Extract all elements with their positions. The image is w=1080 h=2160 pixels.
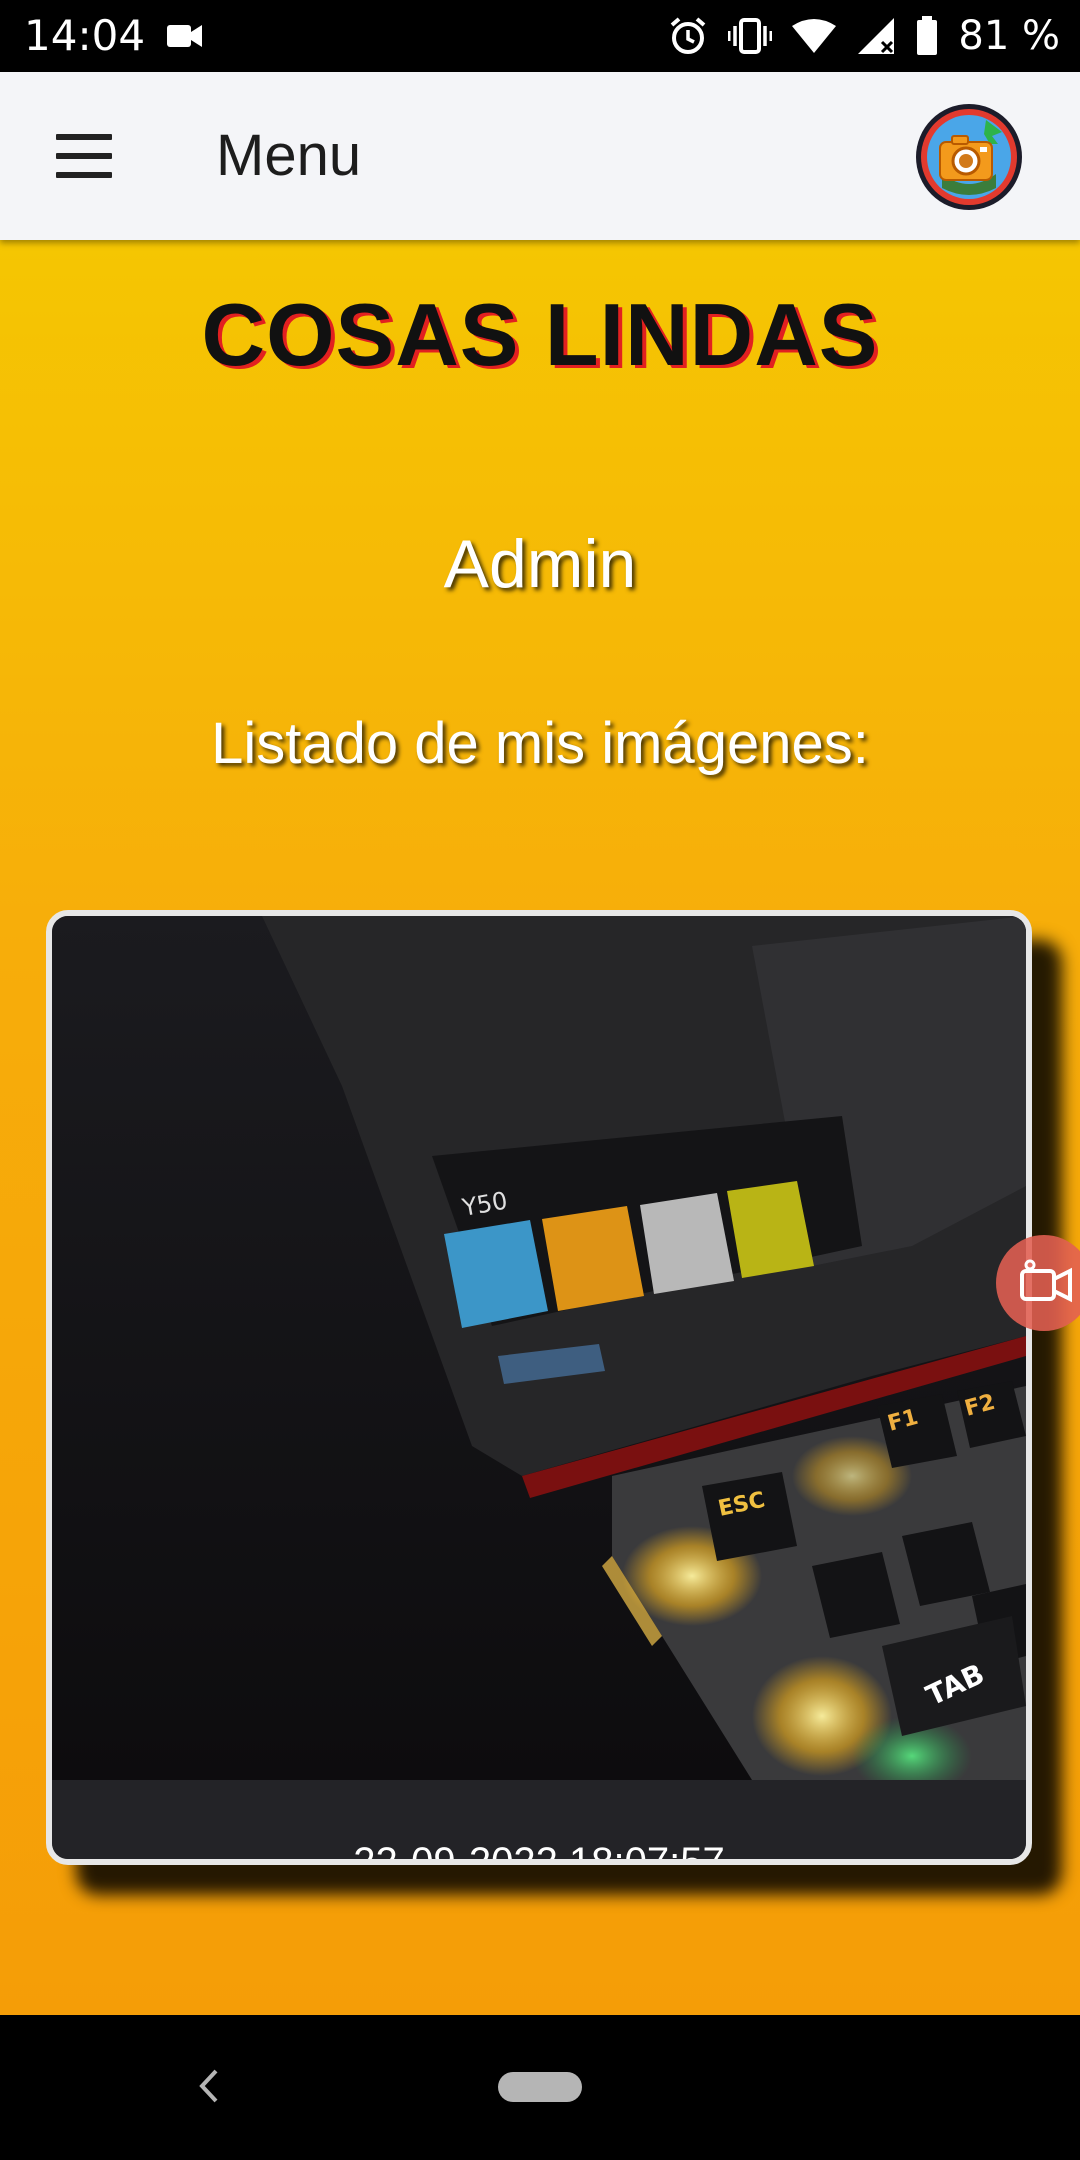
images-list-heading: Listado de mis imágenes: bbox=[211, 711, 869, 776]
page-title: COSAS LINDAS bbox=[201, 285, 879, 384]
battery-percentage: 81 % bbox=[958, 13, 1060, 59]
image-date: 22-09-2022 18:07:57 bbox=[353, 1840, 725, 1865]
battery-icon bbox=[916, 16, 938, 56]
cellular-signal-icon bbox=[856, 16, 896, 56]
vibrate-icon bbox=[728, 16, 773, 56]
wifi-icon bbox=[792, 18, 837, 54]
main-content: COSAS LINDAS Admin Listado de mis imágen… bbox=[0, 240, 1080, 2015]
home-pill-icon[interactable] bbox=[498, 2072, 582, 2102]
camera-logo-icon[interactable] bbox=[914, 102, 1024, 212]
image-card[interactable]: Y50 ESC F1 F2 TAB 22-09-2022 18:07:57 bbox=[46, 910, 1032, 1865]
image-card-footer: 22-09-2022 18:07:57 bbox=[52, 1780, 1026, 1865]
user-name: Admin bbox=[443, 526, 637, 602]
image-photo[interactable]: Y50 ESC F1 F2 TAB bbox=[52, 916, 1026, 1780]
status-time: 14:04 bbox=[24, 11, 146, 60]
app-bar-title: Menu bbox=[216, 123, 362, 188]
app-bar: Menu bbox=[0, 72, 1080, 240]
navigation-bar bbox=[0, 2015, 1080, 2160]
back-icon[interactable] bbox=[188, 2061, 228, 2111]
video-camera-icon bbox=[166, 20, 204, 52]
hamburger-menu-icon[interactable] bbox=[50, 128, 118, 184]
alarm-icon bbox=[668, 16, 708, 56]
status-icons: 81 % bbox=[668, 8, 1060, 64]
status-bar: 14:04 81 % bbox=[0, 0, 1080, 72]
